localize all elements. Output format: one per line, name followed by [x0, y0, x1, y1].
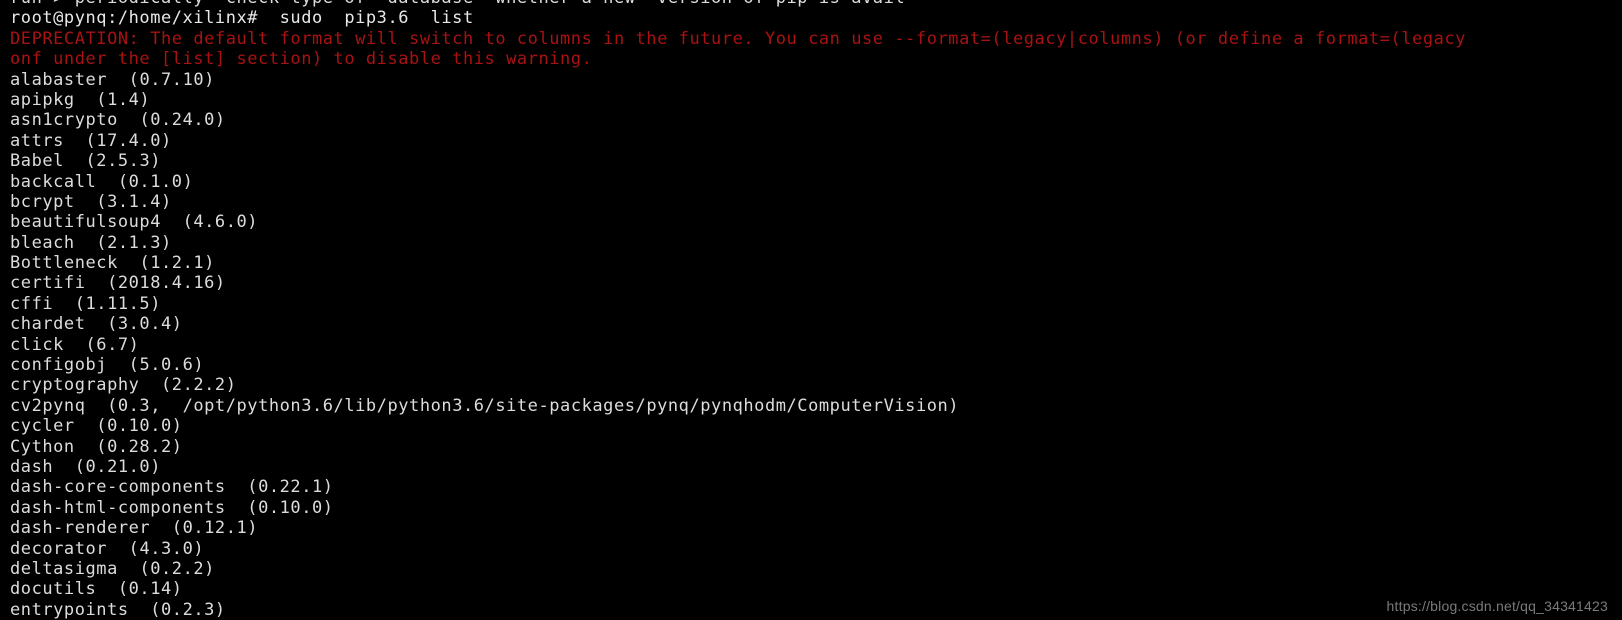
package-list-item: cffi (1.11.5) — [10, 294, 1622, 314]
package-name: deltasigma — [10, 558, 118, 579]
package-version: (0.22.1) — [247, 477, 334, 498]
package-list-item: entrypoints (0.2.3) — [10, 600, 1622, 620]
package-name: alabaster — [10, 69, 108, 90]
package-name: attrs — [10, 130, 64, 151]
package-list-item: dash-html-components (0.10.0) — [10, 498, 1622, 518]
package-list-item: dash-core-components (0.22.1) — [10, 477, 1622, 497]
package-version: (2.5.3) — [85, 151, 162, 172]
package-list-item: Bottleneck (1.2.1) — [10, 253, 1622, 273]
package-version: (0.28.2) — [96, 436, 183, 457]
package-version: (0.10.0) — [247, 497, 334, 518]
package-version: (3.1.4) — [96, 191, 172, 212]
package-version: (17.4.0) — [85, 130, 172, 151]
package-list-item: cv2pynq (0.3, /opt/python3.6/lib/python3… — [10, 396, 1622, 416]
package-version: (2.1.3) — [96, 232, 172, 253]
package-version: (1.11.5) — [74, 293, 161, 314]
package-list-item: attrs (17.4.0) — [10, 131, 1622, 151]
package-version: (0.24.0) — [139, 110, 226, 131]
watermark: https://blog.csdn.net/qq_34341423 — [1386, 598, 1608, 614]
package-list-item: docutils (0.14) — [10, 579, 1622, 599]
package-list-item: Cython (0.28.2) — [10, 437, 1622, 457]
package-list-item: apipkg (1.4) — [10, 90, 1622, 110]
shell-prompt-line: root@pynq:/home/xilinx# sudo pip3.6 list — [10, 8, 474, 29]
package-list-item: click (6.7) — [10, 335, 1622, 355]
package-name: configobj — [10, 355, 108, 376]
package-version: (0.1.0) — [117, 171, 194, 192]
package-name: dash-renderer — [10, 518, 151, 539]
scrollback-partial-line: run > periodically check type of databas… — [10, 0, 1622, 8]
package-list-item: Babel (2.5.3) — [10, 151, 1622, 171]
package-version: (2.2.2) — [161, 375, 237, 396]
package-version: (0.14) — [117, 579, 183, 600]
package-version: (0.21.0) — [74, 456, 161, 477]
deprecation-warning-line-1: DEPRECATION: The default format will swi… — [10, 28, 1466, 49]
package-version: (5.0.6) — [128, 355, 205, 376]
package-version: (2018.4.16) — [107, 273, 226, 294]
package-version: (0.2.3) — [150, 599, 226, 620]
package-name: dash-core-components — [10, 477, 226, 498]
package-version: (0.3, /opt/python3.6/lib/python3.6/site-… — [107, 395, 960, 416]
package-list-item: dash-renderer (0.12.1) — [10, 518, 1622, 538]
package-list-item: beautifulsoup4 (4.6.0) — [10, 212, 1622, 232]
package-version: (0.12.1) — [171, 518, 259, 539]
package-version: (0.2.2) — [139, 558, 215, 579]
package-name: beautifulsoup4 — [10, 212, 161, 233]
package-version: (0.7.10) — [128, 69, 215, 90]
package-name: decorator — [10, 538, 108, 559]
package-list-item: bcrypt (3.1.4) — [10, 192, 1622, 212]
package-list-item: cycler (0.10.0) — [10, 416, 1622, 436]
package-name: bleach — [10, 232, 75, 253]
package-name: certifi — [10, 273, 86, 294]
package-version: (1.4) — [96, 89, 151, 110]
terminal-screen: run > periodically check type of databas… — [0, 0, 1622, 620]
package-version: (1.2.1) — [139, 253, 215, 274]
package-name: Babel — [10, 151, 64, 172]
package-name: click — [10, 334, 64, 355]
package-name: Bottleneck — [10, 253, 118, 274]
package-name: backcall — [10, 171, 97, 192]
package-name: cv2pynq — [10, 395, 86, 416]
deprecation-warning-line-2: onf under the [list] section) to disable… — [10, 49, 593, 70]
package-list-item: certifi (2018.4.16) — [10, 273, 1622, 293]
package-list-item: dash (0.21.0) — [10, 457, 1622, 477]
package-version: (0.10.0) — [96, 416, 183, 437]
package-version: (3.0.4) — [107, 314, 183, 335]
package-list-item: cryptography (2.2.2) — [10, 375, 1622, 395]
package-name: apipkg — [10, 89, 75, 110]
package-list-item: asn1crypto (0.24.0) — [10, 110, 1622, 130]
package-name: cryptography — [10, 375, 140, 396]
package-name: cycler — [10, 416, 75, 437]
package-name: entrypoints — [10, 599, 129, 620]
package-name: dash-html-components — [10, 497, 226, 518]
package-name: dash — [10, 456, 54, 477]
package-list-item: configobj (5.0.6) — [10, 355, 1622, 375]
package-name: asn1crypto — [10, 110, 118, 131]
package-name: Cython — [10, 436, 75, 457]
package-name: docutils — [10, 579, 97, 600]
package-name: chardet — [10, 314, 86, 335]
package-list-item: chardet (3.0.4) — [10, 314, 1622, 334]
package-list-item: decorator (4.3.0) — [10, 539, 1622, 559]
package-list-item: backcall (0.1.0) — [10, 172, 1622, 192]
package-version: (4.6.0) — [182, 212, 259, 233]
package-version: (6.7) — [85, 334, 140, 355]
package-name: bcrypt — [10, 191, 75, 212]
package-list-item: bleach (2.1.3) — [10, 233, 1622, 253]
package-version: (4.3.0) — [128, 538, 205, 559]
package-list-item: deltasigma (0.2.2) — [10, 559, 1622, 579]
package-list: alabaster (0.7.10) apipkg (1.4) asn1crypto… — [10, 70, 1622, 620]
terminal-window[interactable]: run > periodically check type of databas… — [0, 0, 1622, 620]
package-list-item: alabaster (0.7.10) — [10, 70, 1622, 90]
package-name: cffi — [10, 293, 54, 314]
